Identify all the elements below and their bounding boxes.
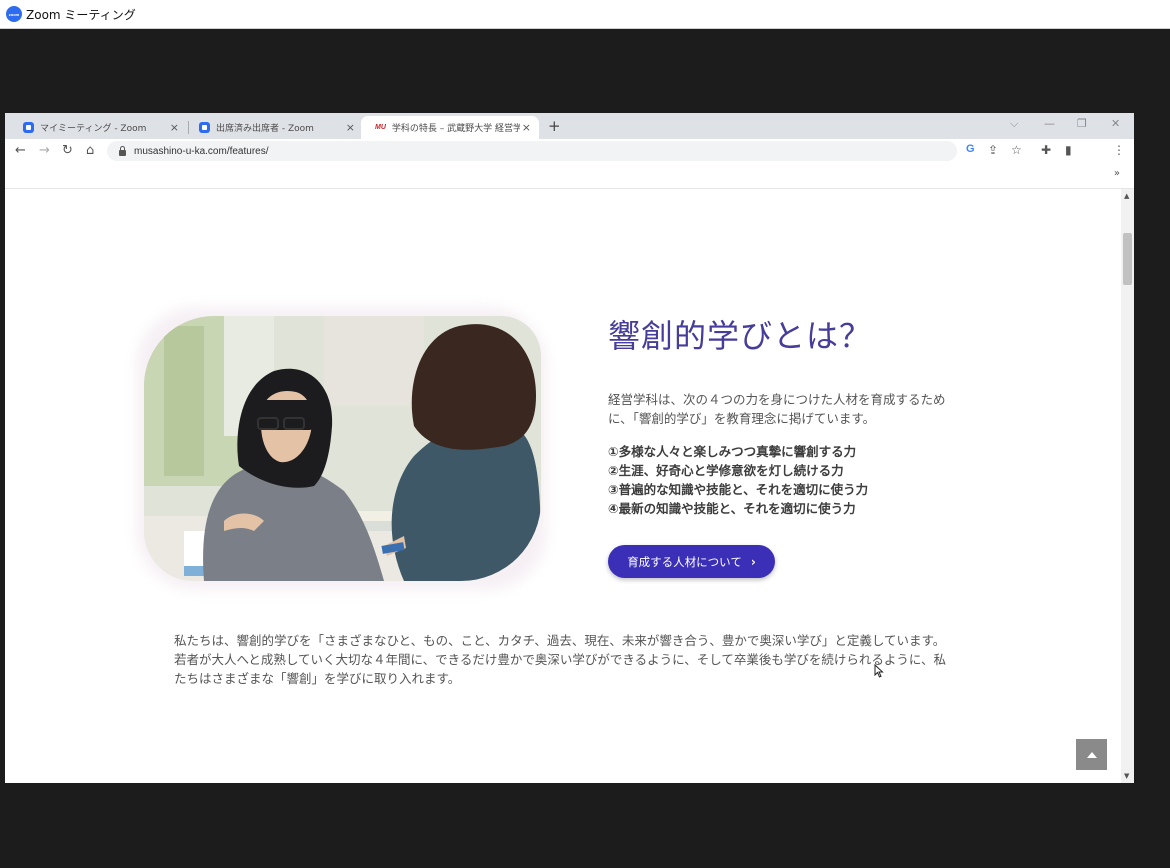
zoom-favicon-icon: [23, 122, 34, 133]
page-heading: 響創的学びとは？: [608, 317, 873, 355]
reload-icon[interactable]: ↻: [62, 143, 73, 158]
zoom-window-title: Zoom ミーティング: [26, 7, 136, 22]
tab-label: 学科の特長 – 武蔵野大学 経営学: [391, 124, 520, 134]
web-page: 響創的学びとは？ 経営学科は、次の４つの力を身につけた人材を育成するために、「響…: [5, 189, 1121, 783]
tab-label: 出席済み出席者 - Zoom: [216, 124, 314, 134]
vertical-scrollbar[interactable]: ▲ ▼: [1121, 189, 1134, 783]
tab-close-icon[interactable]: ×: [170, 121, 179, 134]
minimize-button[interactable]: —: [1044, 117, 1055, 130]
home-icon[interactable]: ⌂: [86, 143, 94, 158]
lock-icon[interactable]: [119, 145, 126, 156]
tab-label: マイミーティング - Zoom: [40, 124, 147, 134]
url-text[interactable]: musashino-u-ka.com/features/: [134, 146, 269, 157]
zoom-logo-icon: zoom: [6, 6, 22, 22]
tab-attendees[interactable]: 出席済み出席者 - Zoom ×: [185, 116, 363, 139]
button-label: 育成する人材について: [627, 554, 742, 569]
mouse-cursor-icon: [874, 664, 884, 678]
browser-toolbar: ← → ↻ ⌂ musashino-u-ka.com/features/ G ⇪…: [5, 139, 1134, 163]
side-panel-icon[interactable]: ▮: [1065, 143, 1072, 157]
scroll-down-icon[interactable]: ▼: [1124, 772, 1129, 780]
tab-search-icon[interactable]: ⌵: [1010, 117, 1018, 131]
tab-strip: マイミーティング - Zoom × 出席済み出席者 - Zoom × MU 学科…: [5, 113, 1134, 139]
new-tab-button[interactable]: +: [548, 117, 561, 135]
share-icon[interactable]: ⇪: [988, 143, 998, 157]
bookmark-overflow-icon[interactable]: »: [1114, 168, 1120, 179]
abilities-list: ①多様な人々と楽しみつつ真摯に響創する力 ②生涯、好奇心と学修意欲を灯し続ける力…: [608, 442, 868, 518]
back-icon[interactable]: ←: [15, 143, 26, 158]
chevron-right-icon: ›: [750, 554, 756, 569]
scroll-thumb[interactable]: [1123, 233, 1132, 285]
forward-icon[interactable]: →: [39, 143, 50, 158]
google-icon[interactable]: G: [966, 143, 975, 155]
arrow-up-icon: [1086, 751, 1097, 758]
tab-my-meetings[interactable]: マイミーティング - Zoom ×: [9, 116, 187, 139]
back-to-top-button[interactable]: [1076, 739, 1107, 770]
restore-button[interactable]: ❐: [1077, 117, 1087, 130]
list-item: ④最新の知識や技能と、それを適切に使う力: [608, 501, 856, 516]
browser-window: マイミーティング - Zoom × 出席済み出席者 - Zoom × MU 学科…: [5, 113, 1134, 783]
tab-features[interactable]: MU 学科の特長 – 武蔵野大学 経営学 ×: [361, 116, 539, 139]
bookmark-bar: »: [5, 163, 1134, 189]
mu-favicon-icon: MU: [375, 124, 386, 131]
body-paragraph: 私たちは、響創的学びを「さまざまなひと、もの、こと、カタチ、過去、現在、未来が響…: [174, 633, 947, 686]
close-window-button[interactable]: ✕: [1111, 117, 1120, 130]
scroll-up-icon[interactable]: ▲: [1124, 192, 1129, 200]
students-photo: [144, 316, 541, 581]
bookmark-star-icon[interactable]: ☆: [1011, 143, 1022, 157]
menu-icon[interactable]: ⋮: [1113, 143, 1125, 157]
talent-info-button[interactable]: 育成する人材について ›: [608, 545, 775, 578]
list-item: ①多様な人々と楽しみつつ真摯に響創する力: [608, 444, 857, 459]
tab-close-icon[interactable]: ×: [346, 121, 355, 134]
list-item: ②生涯、好奇心と学修意欲を灯し続ける力: [608, 463, 844, 478]
lead-paragraph: 経営学科は、次の４つの力を身につけた人材を育成するために、「響創的学び」を教育理…: [608, 392, 946, 426]
address-bar[interactable]: musashino-u-ka.com/features/: [107, 141, 957, 161]
list-item: ③普遍的な知識や技能と、それを適切に使う力: [608, 482, 869, 497]
extensions-icon[interactable]: ✚: [1041, 143, 1051, 157]
zoom-favicon-icon: [199, 122, 210, 133]
zoom-titlebar: zoom Zoom ミーティング: [0, 0, 1170, 29]
tab-close-icon[interactable]: ×: [522, 121, 531, 134]
